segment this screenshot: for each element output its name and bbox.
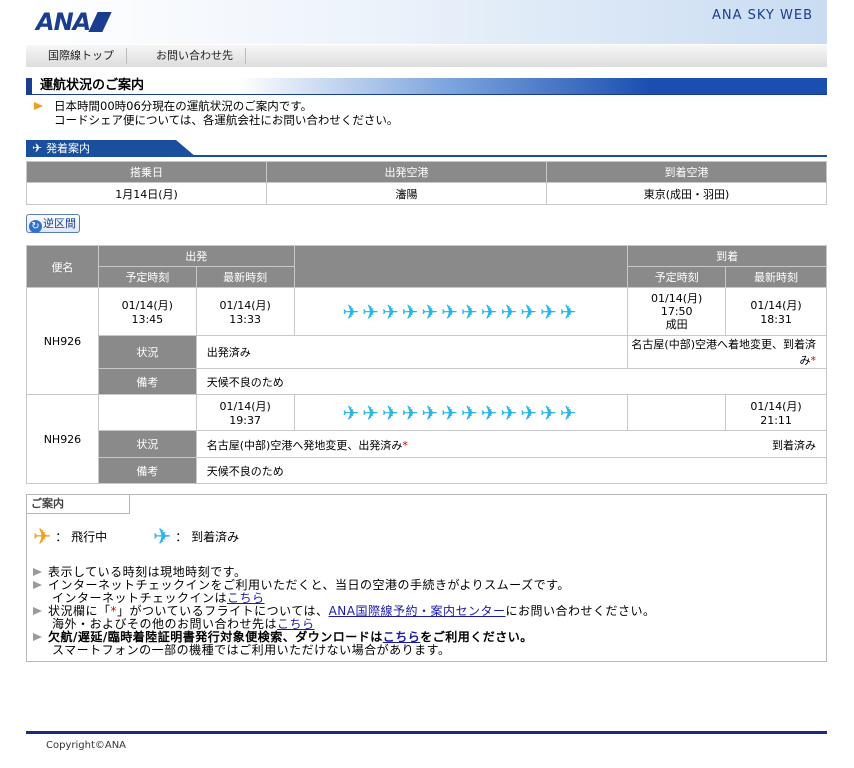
table-row: 備考 天候不良のため: [27, 457, 828, 484]
col-arrival: 到着: [627, 245, 827, 267]
refresh-icon: ↻: [29, 220, 42, 233]
reverse-route-button[interactable]: ↻ 逆区間: [26, 214, 80, 233]
site-name: ANA SKY WEB: [711, 8, 813, 23]
flight-progress: ✈✈✈✈✈✈✈✈✈✈✈✈: [293, 287, 629, 336]
status-departure: 名古屋(中部)空港へ発地変更、出発済み*: [206, 439, 408, 452]
dep-latest: 01/14(月) 19:37: [195, 394, 295, 431]
legend-in-flight: ✈ ： 飛行中: [33, 525, 108, 550]
table-row: 状況 出発済み 名古屋(中部)空港へ着地変更、到着済み*: [27, 335, 827, 369]
col-arr-scheduled: 予定時刻: [627, 266, 727, 288]
checkin-link[interactable]: こちら: [227, 591, 265, 605]
footer-divider: [26, 731, 827, 734]
dep-latest: 01/14(月) 13:33: [195, 287, 295, 336]
info-box: ご案内 ✈ ： 飛行中 ✈ ： 到着済み 表示している時刻は現地時刻です。 イン…: [26, 494, 827, 662]
remarks: 天候不良のため: [195, 457, 828, 484]
status-arrival: 名古屋(中部)空港へ着地変更、到着済み*: [627, 335, 827, 369]
remarks: 天候不良のため: [195, 368, 828, 395]
nav-international-top[interactable]: 国際線トップ: [36, 48, 127, 64]
arrow-icon: [34, 102, 43, 110]
dep-scheduled: 01/14(月) 13:45: [97, 287, 197, 336]
subsection-title: 発着案内: [46, 142, 91, 155]
airplane-icon: ✈: [33, 525, 52, 550]
table-row: 状況 名古屋(中部)空港へ発地変更、出発済み* 到着済み: [27, 430, 828, 458]
copyright: Copyright©ANA: [46, 740, 127, 751]
status-departure: 出発済み: [195, 335, 629, 369]
flight-number: NH926: [26, 394, 99, 484]
col-departure: 出発: [97, 245, 295, 267]
status-label: 状況: [97, 335, 197, 369]
col-departure-airport: 出発空港: [266, 161, 547, 183]
overseas-contact-link[interactable]: こちら: [277, 617, 315, 631]
departure-airport: 瀋陽: [266, 182, 547, 205]
info-title: ご案内: [27, 495, 130, 514]
remarks-label: 備考: [97, 368, 197, 395]
page-title: 運航状況のご案内: [40, 78, 145, 93]
status-cell: 名古屋(中部)空港へ発地変更、出発済み* 到着済み: [195, 430, 828, 458]
legend-arrived: ✈ ： 到着済み: [153, 525, 240, 550]
arr-scheduled: 01/14(月) 17:50 成田: [627, 287, 727, 336]
airplane-icon: ✈✈✈✈✈✈✈✈✈✈✈✈: [342, 400, 580, 425]
arrival-airport: 東京(成田・羽田): [546, 182, 827, 205]
subsection-header: ✈ 発着案内: [26, 140, 827, 157]
col-dep-scheduled: 予定時刻: [97, 266, 197, 288]
global-nav: 国際線トップ お問い合わせ先: [26, 44, 827, 67]
col-flight-no: 便名: [26, 245, 99, 288]
reservation-center-link[interactable]: ANA国際線予約・案内センター: [329, 604, 506, 618]
boarding-date: 1月14日(月): [26, 182, 267, 205]
status-label: 状況: [97, 430, 197, 458]
dep-scheduled: [97, 394, 197, 431]
col-arr-latest: 最新時刻: [725, 266, 827, 288]
route-table: 搭乗日 出発空港 到着空港 1月14日(月) 瀋陽 東京(成田・羽田): [26, 161, 827, 205]
ana-logo[interactable]: ANA: [36, 8, 112, 36]
certificate-link[interactable]: こちら: [383, 630, 421, 644]
remarks-label: 備考: [97, 457, 197, 484]
col-arrival-airport: 到着空港: [546, 161, 827, 183]
col-boarding-date: 搭乗日: [26, 161, 267, 183]
airplane-icon: ✈✈✈✈✈✈✈✈✈✈✈✈: [342, 299, 580, 324]
table-row: NH926 01/14(月) 13:45 01/14(月) 13:33 ✈✈✈✈✈✈…: [26, 287, 827, 395]
col-dep-latest: 最新時刻: [195, 266, 295, 288]
flight-progress: ✈✈✈✈✈✈✈✈✈✈✈✈: [293, 394, 629, 431]
table-row: NH926 01/14(月) 19:37 ✈✈✈✈✈✈✈✈✈✈✈✈ 01/14(月…: [26, 394, 827, 484]
table-row: 備考 天候不良のため: [27, 368, 828, 395]
nav-contact[interactable]: お問い合わせ先: [144, 48, 246, 64]
section-header: 運航状況のご案内: [26, 78, 827, 95]
flight-status-table: 便名 出発 到着 予定時刻 最新時刻 予定時刻 最新時刻 NH926 01/14…: [26, 245, 828, 484]
status-arrival: 到着済み: [772, 439, 816, 452]
arr-latest: 01/14(月) 21:11: [725, 394, 827, 431]
arr-scheduled: [627, 394, 727, 431]
site-header: ANA ANA SKY WEB: [26, 0, 827, 44]
flight-number: NH926: [26, 287, 99, 395]
airplane-icon: ✈: [153, 525, 172, 550]
arr-latest: 01/14(月) 18:31: [725, 287, 827, 336]
